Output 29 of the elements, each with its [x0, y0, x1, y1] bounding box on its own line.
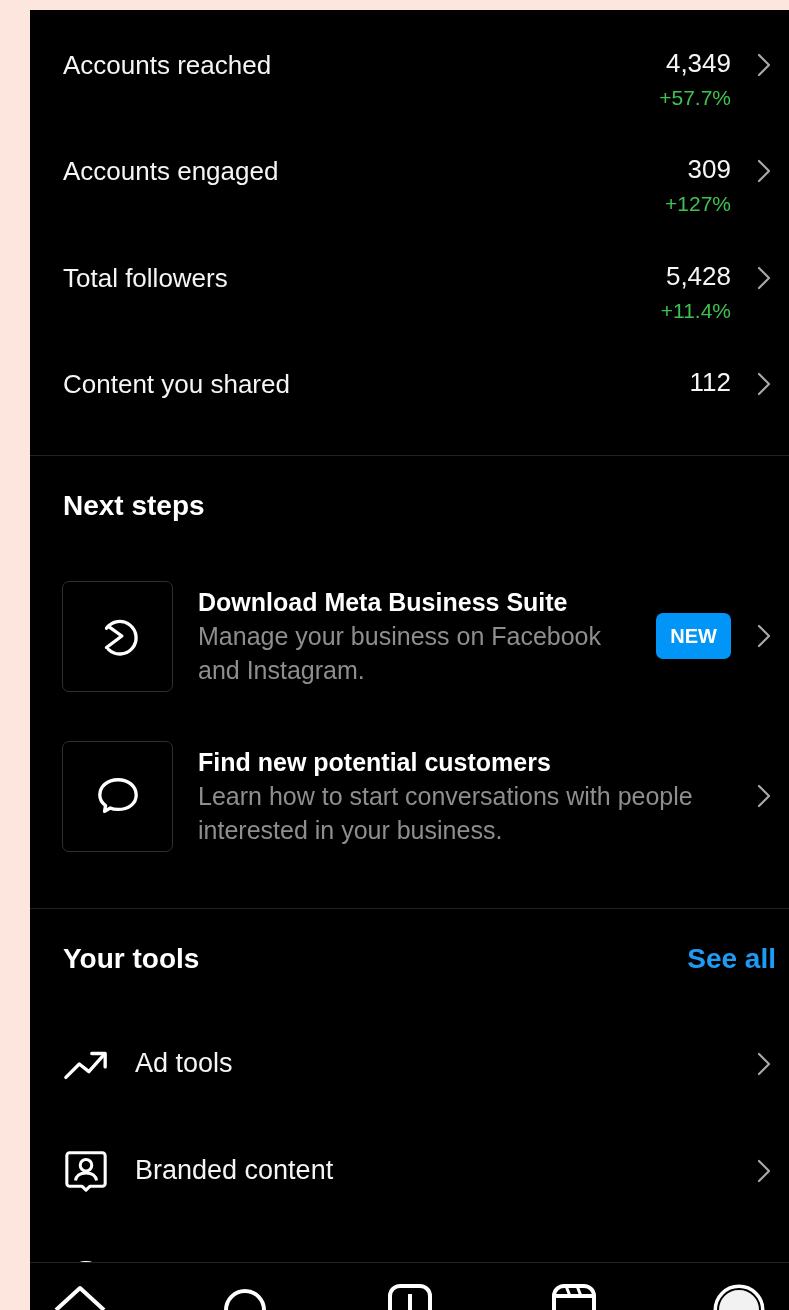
chevron-right-icon[interactable] — [757, 784, 771, 808]
chevron-right-icon[interactable] — [757, 1158, 771, 1183]
card-description: Manage your business on Facebook and Instagram. — [198, 621, 603, 686]
metric-value: 309 — [687, 153, 731, 187]
card-title: Download Meta Business Suite — [198, 587, 569, 618]
section-title: Next steps — [63, 489, 206, 523]
see-all-link[interactable]: See all — [687, 939, 776, 979]
tool-label[interactable]: Ad tools — [135, 1048, 731, 1079]
metric-value: 112 — [689, 365, 731, 399]
metric-label: Total followers — [63, 261, 229, 295]
chevron-right-icon[interactable] — [757, 1051, 771, 1076]
metric-value: 4,349 — [665, 47, 731, 80]
metric-label: Accounts reached — [63, 49, 273, 82]
chevron-right-icon[interactable] — [757, 371, 771, 396]
metric-change: +11.4% — [660, 298, 731, 323]
chevron-right-icon[interactable] — [757, 624, 771, 648]
section-title: Your tools — [63, 942, 200, 976]
metric-label: Content you shared — [63, 367, 291, 401]
new-badge: NEW — [656, 613, 731, 659]
metric-change: +57.7% — [659, 86, 731, 110]
chevron-right-icon[interactable] — [757, 159, 771, 184]
card-title: Find new potential customers — [198, 747, 552, 778]
chevron-right-icon[interactable] — [757, 53, 771, 77]
metric-label: Accounts engaged — [63, 155, 280, 189]
metric-value: 5,428 — [665, 259, 731, 293]
tool-label[interactable]: Branded content — [135, 1155, 731, 1186]
metric-change: +127% — [665, 192, 731, 217]
card-description: Learn how to start conversations with people interested in your business. — [198, 781, 694, 846]
chevron-right-icon[interactable] — [757, 265, 771, 290]
